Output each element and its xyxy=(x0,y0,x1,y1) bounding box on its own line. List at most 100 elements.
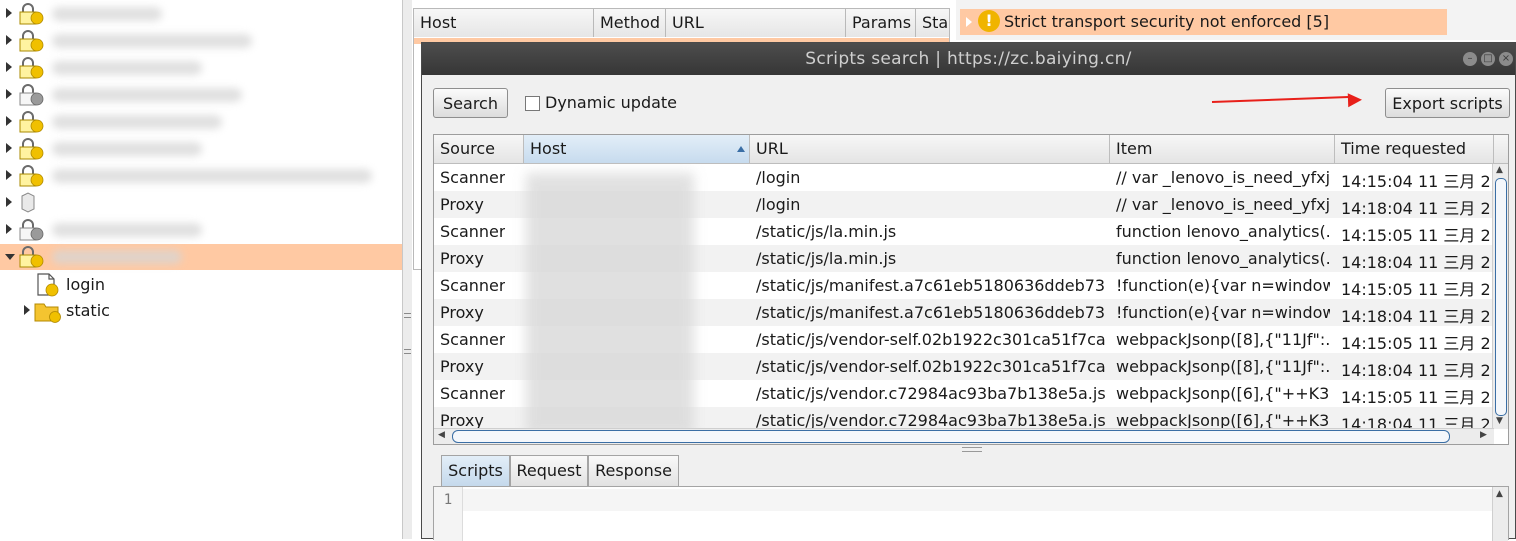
tree-item-host[interactable] xyxy=(0,82,402,108)
collapse-arrow-icon[interactable] xyxy=(5,254,15,260)
redacted-hostname xyxy=(52,115,222,129)
cell-source: Scanner xyxy=(440,330,506,349)
horizontal-scrollbar[interactable]: ◀ ▶ xyxy=(434,428,1494,444)
dynamic-update-checkbox[interactable] xyxy=(525,96,540,111)
folder-lock-icon xyxy=(34,299,62,327)
splitter-grip[interactable] xyxy=(404,349,411,354)
lock-icon xyxy=(18,219,44,241)
cell-url: /static/js/vendor-self.02b1922c301ca51f7… xyxy=(756,330,1106,349)
column-header-host[interactable]: Host xyxy=(524,135,750,164)
scroll-up-icon[interactable]: ▲ xyxy=(1496,489,1503,499)
tree-item-host[interactable] xyxy=(0,244,402,270)
dialog-title: Scripts search | https://zc.baiying.cn/ xyxy=(805,49,1132,69)
issue-title: Strict transport security not enforced [… xyxy=(1004,12,1330,31)
close-icon[interactable]: × xyxy=(1499,52,1513,66)
cell-time: 14:18:04 11 三月 2020 xyxy=(1341,253,1491,272)
cell-url: /static/js/manifest.a7c61eb5180636ddeb73… xyxy=(756,303,1106,322)
dynamic-update-label: Dynamic update xyxy=(545,93,678,112)
column-header-method[interactable]: Method xyxy=(594,9,666,37)
tab-request[interactable]: Request xyxy=(510,455,588,486)
scroll-left-icon[interactable]: ◀ xyxy=(438,430,445,440)
column-header-url[interactable]: URL xyxy=(666,9,846,37)
cell-time: 14:15:05 11 三月 2020 xyxy=(1341,388,1491,407)
vertical-scrollbar[interactable]: ▲ ▼ xyxy=(1492,164,1508,429)
cell-item: webpackJsonp([6],{"++K3"... xyxy=(1116,384,1330,403)
cell-url: /login xyxy=(756,195,801,214)
column-header-params[interactable]: Params xyxy=(846,9,916,37)
pane-splitter[interactable] xyxy=(403,0,412,539)
redacted-hostname xyxy=(52,88,242,102)
issue-item[interactable]: ! Strict transport security not enforced… xyxy=(960,9,1447,35)
column-header-time-requested[interactable]: Time requested xyxy=(1335,135,1494,164)
column-header-source[interactable]: Source xyxy=(434,135,524,164)
expand-arrow-icon[interactable] xyxy=(6,116,12,126)
cell-item: // var _lenovo_is_need_yfxj... xyxy=(1116,195,1330,214)
expand-arrow-icon[interactable] xyxy=(6,62,12,72)
scroll-down-icon[interactable]: ▼ xyxy=(1496,416,1503,426)
cell-item: !function(e){var n=window.... xyxy=(1116,276,1330,295)
tree-item-host[interactable] xyxy=(0,28,402,54)
cell-item: !function(e){var n=window.... xyxy=(1116,303,1330,322)
scripts-search-dialog: Scripts search | https://zc.baiying.cn/ … xyxy=(421,42,1516,541)
expand-arrow-icon[interactable] xyxy=(966,17,972,27)
cell-url: /login xyxy=(756,168,801,187)
tree-item-host[interactable] xyxy=(0,55,402,81)
tree-item-host[interactable] xyxy=(0,163,402,189)
tree-item-host[interactable] xyxy=(0,190,402,216)
script-editor[interactable]: 1 ▲ xyxy=(433,486,1509,541)
annotation-arrow-icon xyxy=(1347,92,1363,108)
column-header-item[interactable]: Item xyxy=(1110,135,1335,164)
tree-item-label: static xyxy=(66,301,110,320)
maximize-icon[interactable]: □ xyxy=(1481,52,1495,66)
site-map-tree[interactable]: login static xyxy=(0,0,403,539)
annotation-arrow-shaft xyxy=(1211,95,1352,103)
cell-item: // var _lenovo_is_need_yfxj... xyxy=(1116,168,1330,187)
redacted-hosts xyxy=(526,173,694,435)
tree-item-static[interactable]: static xyxy=(0,298,402,324)
expand-arrow-icon[interactable] xyxy=(6,8,12,18)
search-button[interactable]: Search xyxy=(433,88,508,118)
pane-divider-grip[interactable] xyxy=(962,447,982,452)
column-header-url[interactable]: URL xyxy=(750,135,1110,164)
tab-scripts[interactable]: Scripts xyxy=(441,455,510,486)
column-header-status[interactable]: Sta xyxy=(916,9,949,37)
scroll-right-icon[interactable]: ▶ xyxy=(1480,430,1487,440)
dialog-titlebar[interactable]: Scripts search | https://zc.baiying.cn/ … xyxy=(422,43,1515,75)
scroll-up-icon[interactable]: ▲ xyxy=(1496,165,1503,175)
export-scripts-button[interactable]: Export scripts xyxy=(1385,88,1510,118)
tree-item-host[interactable] xyxy=(0,217,402,243)
issues-panel: ! Strict transport security not enforced… xyxy=(956,0,1516,40)
cell-time: 14:15:05 11 三月 2020 xyxy=(1341,280,1491,299)
cell-time: 14:18:04 11 三月 2020 xyxy=(1341,361,1491,380)
expand-arrow-icon[interactable] xyxy=(6,89,12,99)
expand-arrow-icon[interactable] xyxy=(24,305,30,315)
lock-icon xyxy=(18,165,44,187)
scrollbar-thumb[interactable] xyxy=(1495,178,1507,416)
editor-scrollbar[interactable]: ▲ xyxy=(1492,487,1508,541)
cell-source: Proxy xyxy=(440,357,484,376)
scripts-results-table[interactable]: Source Host URL Item Time requested Scan… xyxy=(433,134,1509,445)
cell-source: Proxy xyxy=(440,195,484,214)
splitter-grip[interactable] xyxy=(404,313,411,318)
cell-source: Proxy xyxy=(440,303,484,322)
scrollbar-thumb[interactable] xyxy=(452,430,1450,443)
minimize-icon[interactable]: – xyxy=(1463,52,1477,66)
cell-time: 14:15:05 11 三月 2020 xyxy=(1341,226,1491,245)
cell-item: function lenovo_analytics(... xyxy=(1116,249,1330,268)
tree-item-host[interactable] xyxy=(0,109,402,135)
expand-arrow-icon[interactable] xyxy=(6,224,12,234)
lock-icon xyxy=(18,111,44,133)
tab-response[interactable]: Response xyxy=(588,455,679,486)
cell-source: Proxy xyxy=(440,249,484,268)
expand-arrow-icon[interactable] xyxy=(6,197,12,207)
expand-arrow-icon[interactable] xyxy=(6,35,12,45)
tree-item-host[interactable] xyxy=(0,1,402,27)
redacted-hostname xyxy=(52,223,202,237)
lock-icon xyxy=(18,30,44,52)
cell-item: webpackJsonp([8],{"11Jf":... xyxy=(1116,330,1330,349)
tree-item-login[interactable]: login xyxy=(0,272,402,298)
tree-item-host[interactable] xyxy=(0,136,402,162)
expand-arrow-icon[interactable] xyxy=(6,143,12,153)
expand-arrow-icon[interactable] xyxy=(6,170,12,180)
column-header-host[interactable]: Host xyxy=(414,9,594,37)
